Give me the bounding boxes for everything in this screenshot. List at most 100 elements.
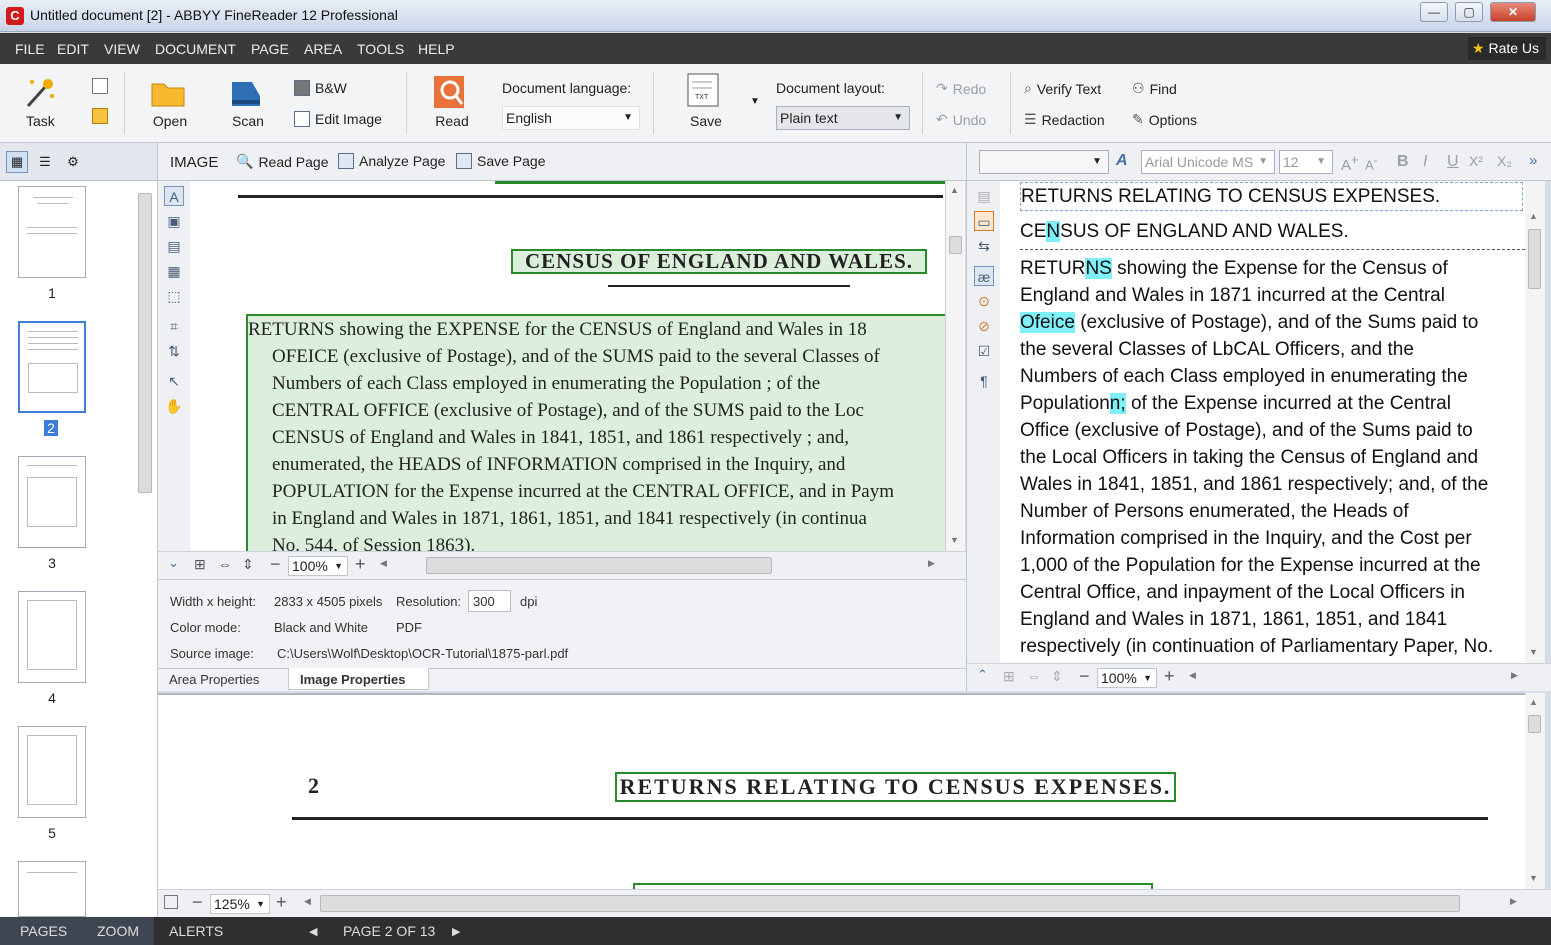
pages-scrollbar[interactable] bbox=[138, 193, 152, 493]
spell-check-icon[interactable]: æ bbox=[974, 266, 994, 286]
undo-button[interactable]: ↶ Undo bbox=[936, 111, 986, 128]
minimize-button[interactable]: — bbox=[1420, 2, 1448, 22]
menu-view[interactable]: VIEW bbox=[104, 41, 140, 57]
more-tools-button[interactable]: » bbox=[1529, 152, 1537, 169]
prev-page-icon[interactable]: ◀ bbox=[309, 925, 317, 938]
zoom-out-button[interactable]: − bbox=[192, 892, 203, 913]
page-thumbnail[interactable] bbox=[18, 456, 86, 548]
zoom-vertical-scrollbar[interactable]: ▲ ▼ bbox=[1525, 693, 1545, 889]
image-view[interactable]: CENSUS OF ENGLAND AND WALES. RETURNS sho… bbox=[190, 181, 945, 551]
recognition-area-tool-icon[interactable]: ⬚ bbox=[164, 286, 184, 306]
read-button[interactable]: Read bbox=[430, 74, 474, 129]
scan-button[interactable]: Scan bbox=[226, 74, 270, 129]
menu-edit[interactable]: EDIT bbox=[57, 41, 89, 57]
scroll-down-icon[interactable]: ▼ bbox=[1529, 647, 1538, 657]
menu-area[interactable]: AREA bbox=[304, 41, 342, 57]
analyze-page-button[interactable]: Analyze Page bbox=[338, 153, 445, 169]
order-areas-tool-icon[interactable]: ⇅ bbox=[164, 341, 184, 361]
page-thumbnail[interactable] bbox=[18, 726, 86, 818]
horizontal-scroll-thumb[interactable] bbox=[426, 557, 772, 574]
increase-font-icon[interactable]: A+ bbox=[1341, 153, 1358, 174]
page-settings-icon[interactable]: ⚙ bbox=[62, 151, 84, 173]
scroll-thumb[interactable] bbox=[1528, 715, 1541, 733]
image-vertical-scrollbar[interactable]: ▲ ▼ bbox=[945, 181, 965, 551]
save-dropdown-chevron-icon[interactable]: ▼ bbox=[750, 96, 760, 107]
heading-area[interactable]: CENSUS OF ENGLAND AND WALES. bbox=[511, 249, 927, 274]
underline-button[interactable]: U bbox=[1447, 153, 1459, 171]
tab-area-properties[interactable]: Area Properties bbox=[169, 672, 259, 687]
scroll-up-icon[interactable]: ▲ bbox=[1529, 697, 1538, 707]
zoom-view[interactable]: 2 RETURNS RELATING TO CENSUS EXPENSES. bbox=[158, 693, 1525, 889]
rate-us-button[interactable]: ★ Rate Us bbox=[1468, 37, 1546, 60]
text-view[interactable]: RETURNS RELATING TO CENSUS EXPENSES. CEN… bbox=[1000, 181, 1525, 663]
zoom-select[interactable]: 100% ▼ bbox=[288, 556, 348, 576]
expand-panel-icon[interactable]: ⌃ bbox=[977, 667, 988, 683]
zoom-in-button[interactable]: + bbox=[355, 554, 366, 575]
text-heading-2[interactable]: CENSUS OF ENGLAND AND WALES. bbox=[1020, 218, 1349, 245]
decrease-font-icon[interactable]: A- bbox=[1365, 155, 1377, 172]
menu-page[interactable]: PAGE bbox=[251, 41, 289, 57]
fit-page-icon[interactable]: ⊞ bbox=[1003, 668, 1015, 685]
font-size-select[interactable]: 12 ▼ bbox=[1279, 150, 1333, 174]
thumbnails-view-icon[interactable]: ▦ bbox=[6, 151, 28, 173]
task-button[interactable]: Task bbox=[18, 74, 68, 129]
subscript-button[interactable]: X₂ bbox=[1497, 153, 1512, 169]
zoom-select[interactable]: 125% ▼ bbox=[210, 894, 270, 914]
redaction-button[interactable]: ☰ Redaction bbox=[1024, 111, 1105, 128]
options-button[interactable]: ✎ Options bbox=[1132, 111, 1197, 128]
scroll-right-icon[interactable]: ▶ bbox=[1510, 896, 1517, 907]
font-select[interactable]: Arial Unicode MS ▼ bbox=[1141, 150, 1275, 174]
close-button[interactable]: ✕ bbox=[1490, 2, 1536, 22]
verify-text-button[interactable]: ⌕ Verify Text bbox=[1024, 80, 1101, 97]
zoom-in-button[interactable]: + bbox=[1164, 666, 1175, 687]
fit-width-icon[interactable]: ⇔ bbox=[1027, 668, 1041, 684]
checklist-icon[interactable]: ☑ bbox=[974, 341, 994, 361]
scroll-up-icon[interactable]: ▲ bbox=[950, 185, 959, 195]
scroll-left-icon[interactable]: ◀ bbox=[380, 558, 387, 569]
scroll-left-icon[interactable]: ◀ bbox=[304, 896, 311, 907]
fit-height-icon[interactable]: ⇕ bbox=[1051, 668, 1063, 685]
edit-image-button[interactable]: Edit Image bbox=[294, 111, 382, 127]
tab-zoom[interactable]: ZOOM bbox=[97, 923, 139, 939]
bw-button[interactable]: B&W bbox=[294, 80, 347, 96]
hand-tool-icon[interactable]: ✋ bbox=[164, 396, 184, 416]
crop-tool-icon[interactable]: ⌗ bbox=[164, 316, 184, 336]
scroll-right-icon[interactable]: ▶ bbox=[928, 558, 935, 569]
menu-tools[interactable]: TOOLS bbox=[357, 41, 404, 57]
zoom-heading-area[interactable]: RETURNS RELATING TO CENSUS EXPENSES. bbox=[615, 772, 1176, 802]
page-thumbnail[interactable] bbox=[18, 861, 86, 917]
pilcrow-icon[interactable]: ¶ bbox=[974, 371, 994, 391]
collapse-panel-icon[interactable]: ⌄ bbox=[168, 555, 179, 571]
page-thumbnail-selected[interactable] bbox=[18, 321, 86, 413]
table-area-tool-icon[interactable]: ▦ bbox=[164, 261, 184, 281]
horizontal-scroll-thumb[interactable] bbox=[320, 895, 1460, 912]
page-view-icon[interactable]: ▭ bbox=[974, 211, 994, 231]
pointer-tool-icon[interactable]: ↖ bbox=[164, 371, 184, 391]
doc-layout-select[interactable]: Plain text ▼ bbox=[776, 106, 910, 130]
picture-area-tool-icon[interactable]: ▣ bbox=[164, 211, 184, 231]
fit-width-icon[interactable]: ⇔ bbox=[218, 556, 232, 572]
scroll-thumb[interactable] bbox=[1528, 229, 1541, 289]
scroll-thumb[interactable] bbox=[949, 236, 962, 254]
scroll-up-icon[interactable]: ▲ bbox=[1529, 211, 1538, 221]
details-view-icon[interactable]: ☰ bbox=[34, 151, 56, 173]
doc-language-select[interactable]: English ▼ bbox=[502, 106, 640, 130]
new-page-icon[interactable] bbox=[92, 78, 108, 94]
zoom-settings-icon[interactable] bbox=[164, 895, 178, 909]
italic-button[interactable]: I bbox=[1423, 153, 1427, 171]
text-vertical-scrollbar[interactable]: ▲ ▼ bbox=[1525, 181, 1545, 663]
page-thumbnail[interactable] bbox=[18, 591, 86, 683]
save-button[interactable]: TXT Save bbox=[684, 72, 728, 129]
menu-document[interactable]: DOCUMENT bbox=[155, 41, 236, 57]
fit-height-icon[interactable]: ⇕ bbox=[242, 556, 254, 573]
zoom-select[interactable]: 100% ▼ bbox=[1097, 668, 1157, 688]
tab-image-properties[interactable]: Image Properties bbox=[288, 668, 429, 690]
zoom-out-button[interactable]: − bbox=[270, 554, 281, 575]
menu-help[interactable]: HELP bbox=[418, 41, 455, 57]
menu-file[interactable]: FILE bbox=[15, 41, 45, 57]
text-tool-icon[interactable]: ▤ bbox=[974, 186, 994, 206]
open-button[interactable]: Open bbox=[148, 74, 192, 129]
verify-icon[interactable]: ⊙ bbox=[974, 291, 994, 311]
redo-button[interactable]: ↷ Redo bbox=[936, 80, 986, 97]
read-page-button[interactable]: 🔍 Read Page bbox=[236, 153, 329, 170]
